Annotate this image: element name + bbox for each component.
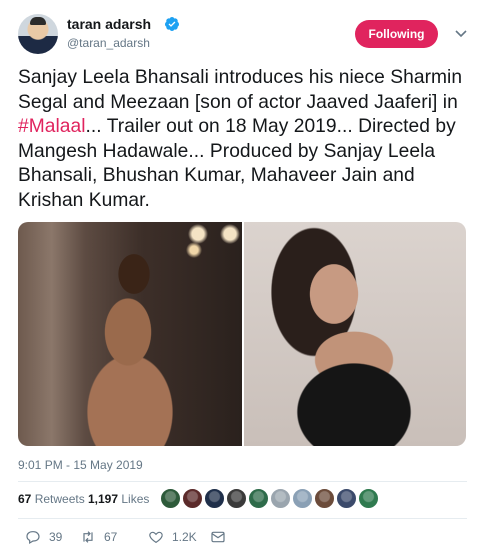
liker-avatar[interactable] bbox=[292, 488, 313, 509]
like-button[interactable]: 1.2K bbox=[148, 527, 197, 547]
likes-count: 1,197 bbox=[88, 492, 119, 506]
liker-avatar[interactable] bbox=[226, 488, 247, 509]
liker-avatar[interactable] bbox=[160, 488, 181, 509]
divider bbox=[18, 518, 467, 519]
reply-button[interactable]: 39 bbox=[25, 527, 62, 547]
liker-avatar[interactable] bbox=[182, 488, 203, 509]
reply-icon bbox=[26, 531, 40, 545]
liker-avatar[interactable] bbox=[270, 488, 291, 509]
hashtag-link[interactable]: #Malaal bbox=[18, 116, 86, 137]
retweet-button[interactable]: 67 bbox=[80, 527, 117, 547]
author-name[interactable]: taran adarsh bbox=[67, 16, 151, 32]
liker-avatar[interactable] bbox=[358, 488, 379, 509]
retweet-icon bbox=[83, 531, 93, 543]
tweet-media bbox=[18, 222, 466, 446]
likes-stat[interactable]: 1,197 Likes bbox=[88, 492, 149, 506]
avatar[interactable] bbox=[18, 14, 58, 54]
chevron-down-icon[interactable] bbox=[454, 26, 468, 40]
reply-count: 39 bbox=[49, 530, 63, 544]
tweet-actions: 39 67 1.2K bbox=[18, 527, 467, 547]
retweets-stat[interactable]: 67 Retweets bbox=[18, 492, 85, 506]
direct-message-button[interactable] bbox=[210, 527, 234, 547]
liker-avatar[interactable] bbox=[314, 488, 335, 509]
divider bbox=[18, 481, 467, 482]
retweets-count: 67 bbox=[18, 492, 32, 506]
liker-avatar[interactable] bbox=[336, 488, 357, 509]
like-count: 1.2K bbox=[172, 530, 197, 544]
verified-icon bbox=[164, 17, 179, 31]
direct-message-icon bbox=[211, 531, 225, 543]
tweet-text-before: Sanjay Leela Bhansali introduces his nie… bbox=[18, 67, 463, 113]
retweet-count: 67 bbox=[104, 530, 118, 544]
liker-avatar[interactable] bbox=[248, 488, 269, 509]
media-photo-right[interactable] bbox=[244, 222, 466, 446]
tweet-header: taran adarsh @taran_adarsh Following bbox=[18, 12, 473, 58]
liker-avatar[interactable] bbox=[204, 488, 225, 509]
following-button[interactable]: Following bbox=[355, 20, 438, 48]
like-icon bbox=[149, 531, 163, 544]
media-photo-left[interactable] bbox=[18, 222, 242, 446]
tweet-timestamp[interactable]: 9:01 PM - 15 May 2019 bbox=[18, 458, 143, 472]
tweet-text: Sanjay Leela Bhansali introduces his nie… bbox=[18, 66, 473, 213]
retweets-label: Retweets bbox=[34, 492, 85, 506]
likes-label: Likes bbox=[121, 492, 150, 506]
author-handle[interactable]: @taran_adarsh bbox=[67, 36, 150, 50]
